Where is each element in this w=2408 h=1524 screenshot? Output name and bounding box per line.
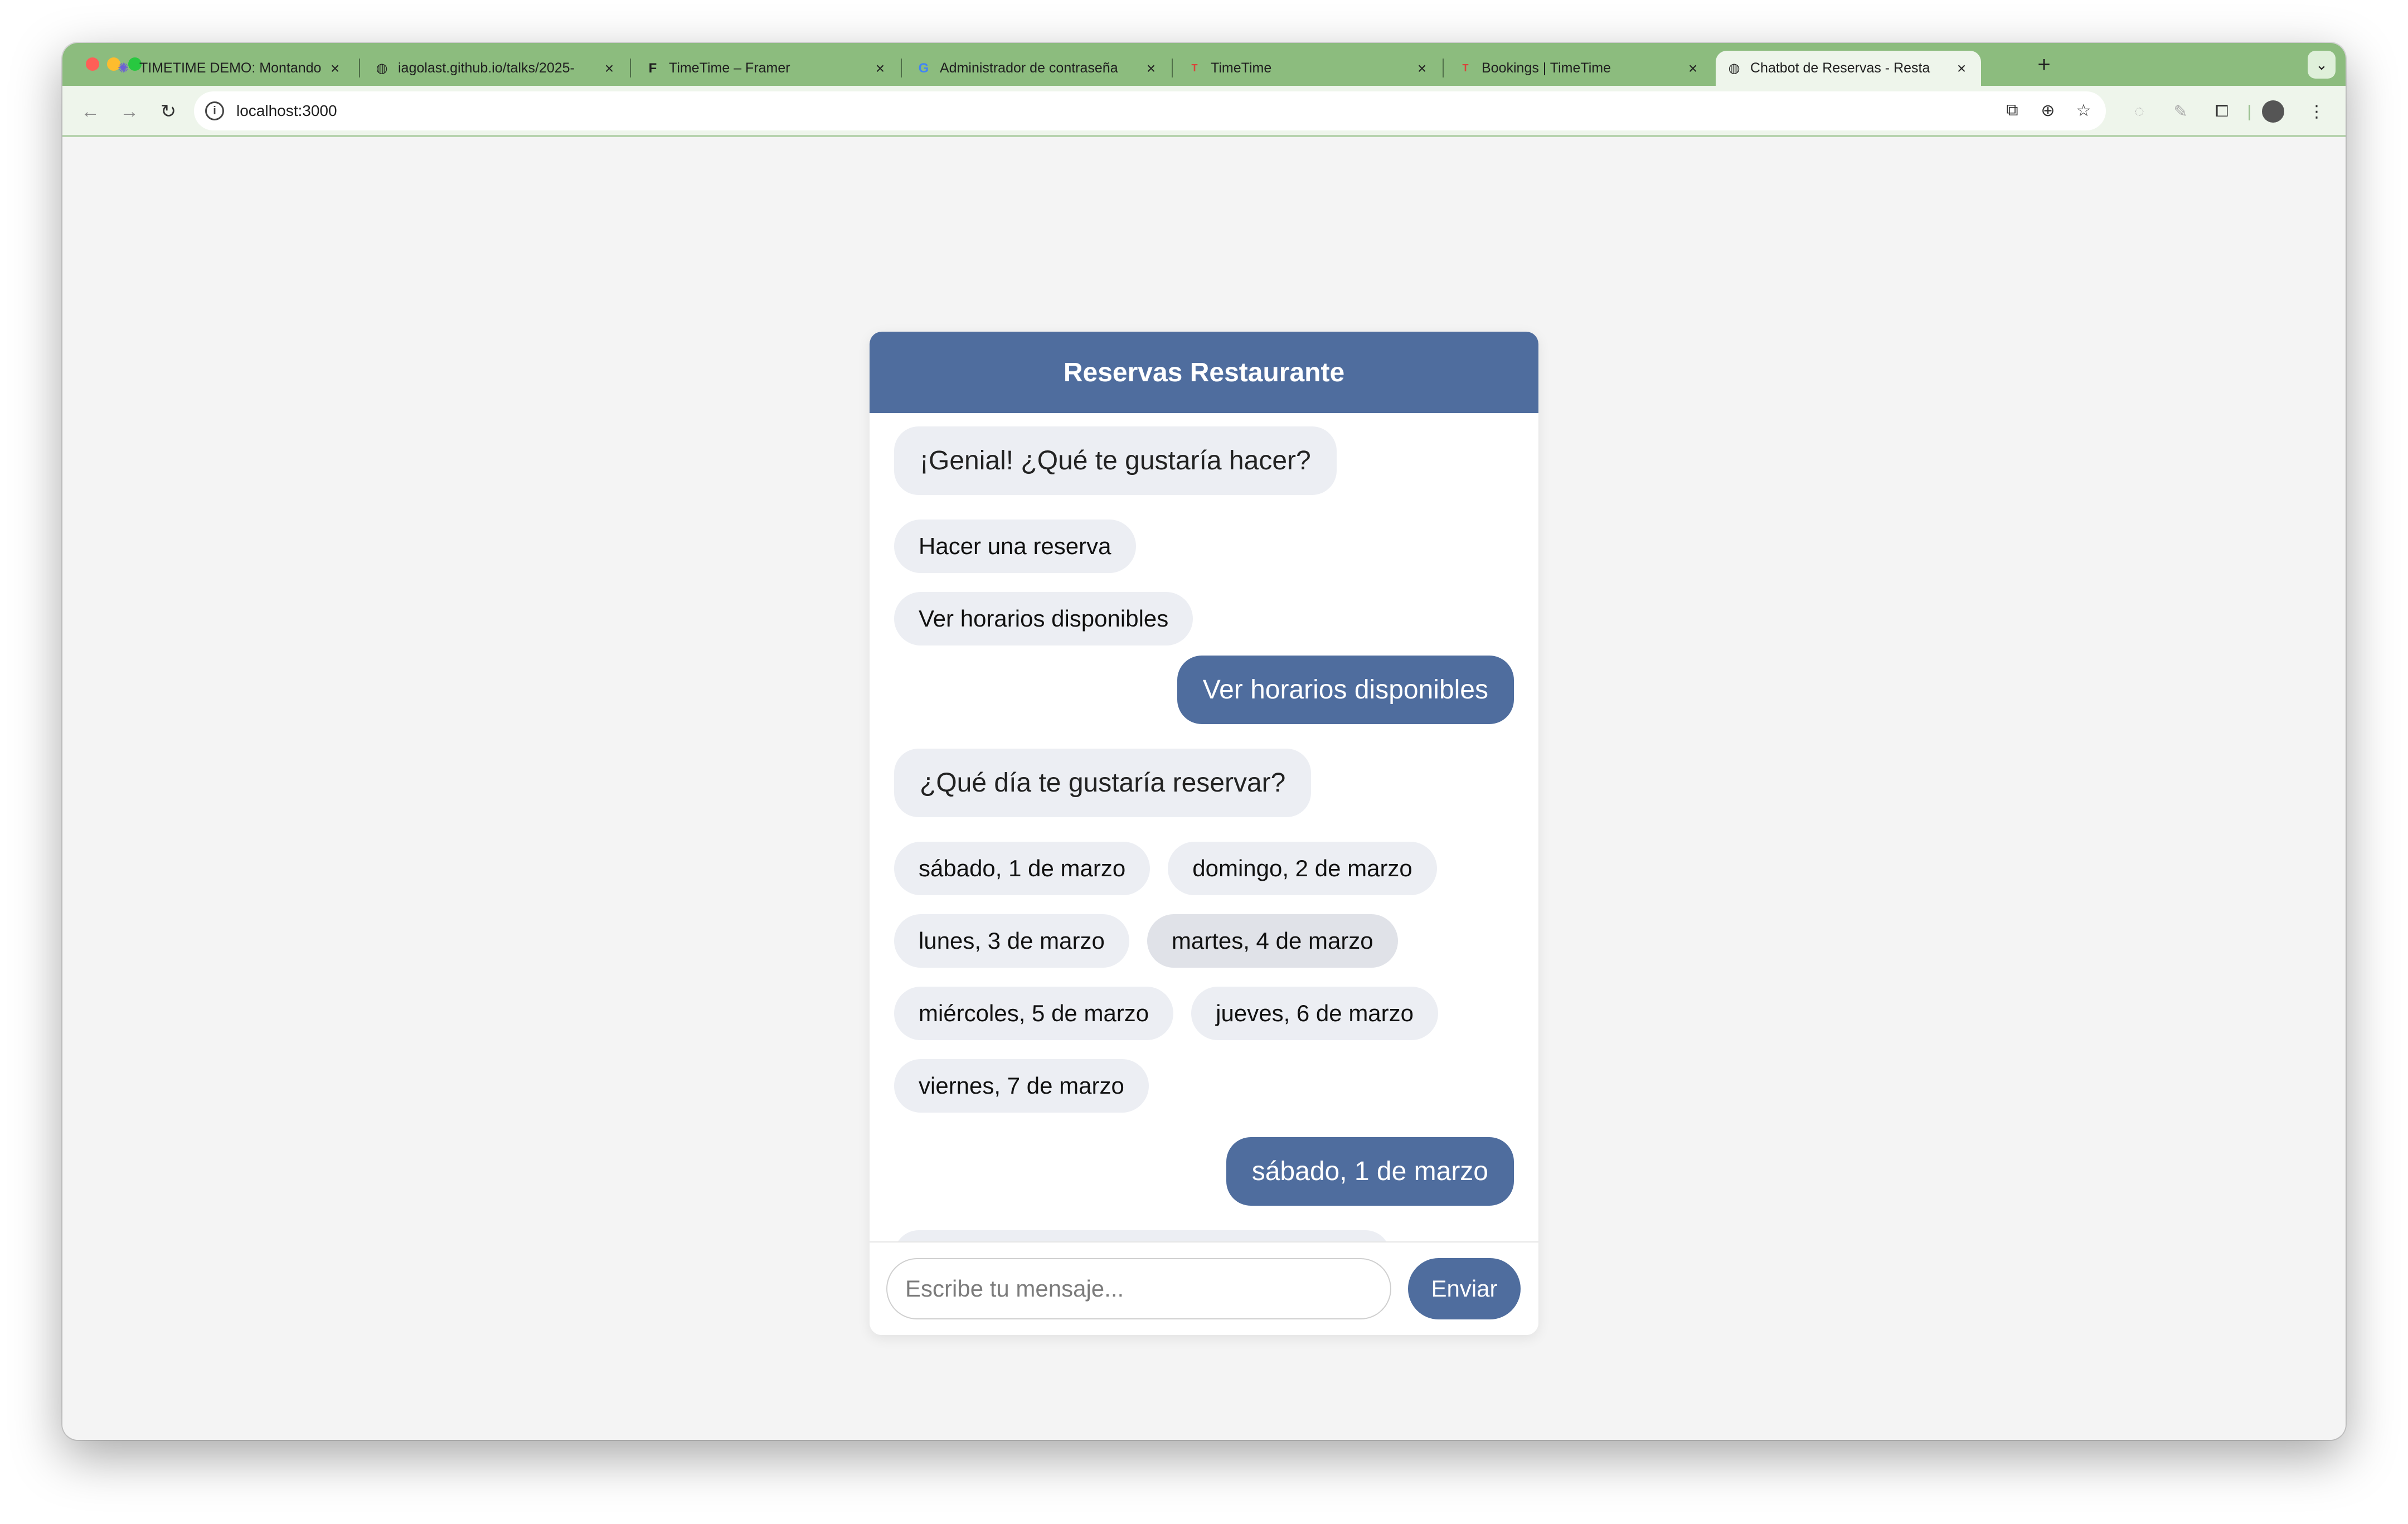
chatbot-widget: Reservas Restaurante ¡Genial! ¿Qué te gu… (870, 332, 1538, 1335)
zoom-icon[interactable]: ⊕ (2036, 98, 2060, 123)
tab-title: iagolast.github.io/talks/2025- (398, 60, 575, 76)
tab-title: TimeTime (1211, 60, 1272, 76)
browser-menu-icon[interactable]: ⋮ (2303, 98, 2330, 125)
tab-favicon-icon: T (1191, 62, 1198, 74)
browser-toolbar: ← → ↻ i localhost:3000 ⧉ ⊕ ☆ ◌ ✎ ⧠ ⋮ (62, 86, 2346, 137)
tab-title: Administrador de contraseña (940, 60, 1118, 76)
tab-favicon-icon: G (918, 60, 929, 76)
tab-password-manager[interactable]: G Administrador de contraseña × (905, 51, 1171, 86)
tab-close-icon[interactable]: × (600, 59, 619, 78)
tab-timetime-demo[interactable]: ✺ TIMETIME DEMO: Montando × (105, 51, 355, 86)
bot-message-partial (894, 1230, 1514, 1241)
tab-title: Bookings | TimeTime (1482, 60, 1611, 76)
extensions-puzzle-icon[interactable]: ⧠ (2208, 98, 2235, 125)
tab-title: TIMETIME DEMO: Montando (139, 60, 321, 76)
tab-close-icon[interactable]: × (1142, 59, 1161, 78)
tab-close-icon[interactable]: × (1412, 59, 1431, 78)
tab-close-icon[interactable]: × (1683, 59, 1702, 78)
tab-favicon-icon: ◍ (1728, 61, 1740, 76)
reload-icon[interactable]: ↻ (155, 98, 182, 125)
action-options: Hacer una reserva Ver horarios disponibl… (894, 520, 1451, 645)
tab-favicon-icon: ◍ (376, 61, 388, 76)
site-info-icon[interactable]: i (205, 101, 224, 120)
day-options: sábado, 1 de marzo domingo, 2 de marzo l… (894, 842, 1451, 1113)
user-message-bubble: Ver horarios disponibles (1177, 656, 1514, 724)
bot-message-bubble: ¡Genial! ¿Qué te gustaría hacer? (894, 426, 1337, 495)
close-window-button[interactable] (86, 57, 99, 71)
message-list[interactable]: ¡Genial! ¿Qué te gustaría hacer? Hacer u… (870, 413, 1538, 1241)
tab-favicon-icon: F (648, 60, 657, 76)
send-button[interactable]: Enviar (1408, 1258, 1521, 1319)
tab-strip: ✺ TIMETIME DEMO: Montando × ◍ iagolast.g… (62, 43, 2346, 86)
new-tab-button[interactable]: + (2030, 51, 2058, 79)
message-input[interactable] (886, 1258, 1391, 1319)
tab-timetime-framer[interactable]: F TimeTime – Framer × (634, 51, 900, 86)
tab-title: Chatbot de Reservas - Resta (1750, 60, 1930, 76)
day-option-button[interactable]: lunes, 3 de marzo (894, 914, 1129, 968)
page-content: Reservas Restaurante ¡Genial! ¿Qué te gu… (62, 137, 2346, 1440)
day-option-button[interactable]: jueves, 6 de marzo (1191, 987, 1439, 1040)
extension-icon[interactable]: ◌ (2126, 98, 2153, 125)
bookmark-star-icon[interactable]: ☆ (2071, 98, 2096, 123)
back-arrow-icon[interactable]: ← (77, 98, 104, 125)
day-option-button[interactable]: viernes, 7 de marzo (894, 1059, 1149, 1113)
tab-favicon-icon: T (1462, 62, 1469, 74)
tab-iagolast-talks[interactable]: ◍ iagolast.github.io/talks/2025- × (363, 51, 629, 86)
open-in-app-icon[interactable]: ⧉ (2000, 98, 2025, 123)
profile-avatar[interactable] (2262, 100, 2284, 123)
chat-input-bar: Enviar (870, 1241, 1538, 1335)
forward-arrow-icon[interactable]: → (116, 98, 143, 125)
tab-title: TimeTime – Framer (669, 60, 790, 76)
tab-timetime[interactable]: T TimeTime × (1176, 51, 1441, 86)
tab-search-button[interactable]: ⌄ (2308, 51, 2336, 79)
bot-message-bubble (894, 1230, 1390, 1241)
user-message: sábado, 1 de marzo (894, 1137, 1514, 1206)
tab-bookings-timetime[interactable]: T Bookings | TimeTime × (1447, 51, 1712, 86)
bot-message: ¡Genial! ¿Qué te gustaría hacer? (894, 426, 1514, 495)
extension-pen-icon[interactable]: ✎ (2167, 98, 2194, 125)
user-message: Ver horarios disponibles (894, 656, 1514, 724)
option-view-availability-button[interactable]: Ver horarios disponibles (894, 592, 1193, 645)
day-option-button[interactable]: martes, 4 de marzo (1147, 914, 1398, 968)
user-message-bubble: sábado, 1 de marzo (1226, 1137, 1514, 1206)
option-make-reservation-button[interactable]: Hacer una reserva (894, 520, 1136, 573)
day-option-button[interactable]: sábado, 1 de marzo (894, 842, 1150, 895)
tab-favicon-icon: ✺ (117, 61, 129, 76)
bot-message-bubble: ¿Qué día te gustaría reservar? (894, 749, 1312, 817)
address-url[interactable]: localhost:3000 (236, 102, 337, 120)
tab-chatbot-reservas[interactable]: ◍ Chatbot de Reservas - Resta × (1716, 51, 1981, 86)
chat-title: Reservas Restaurante (870, 332, 1538, 413)
tab-close-icon[interactable]: × (871, 59, 890, 78)
bot-message: ¿Qué día te gustaría reservar? (894, 749, 1514, 817)
day-option-button[interactable]: miércoles, 5 de marzo (894, 987, 1174, 1040)
tab-close-icon[interactable]: × (1952, 59, 1971, 78)
tab-close-icon[interactable]: × (326, 59, 344, 78)
day-option-button[interactable]: domingo, 2 de marzo (1168, 842, 1437, 895)
address-bar[interactable]: i localhost:3000 ⧉ ⊕ ☆ (194, 91, 2106, 130)
browser-window: ✺ TIMETIME DEMO: Montando × ◍ iagolast.g… (62, 43, 2346, 1440)
